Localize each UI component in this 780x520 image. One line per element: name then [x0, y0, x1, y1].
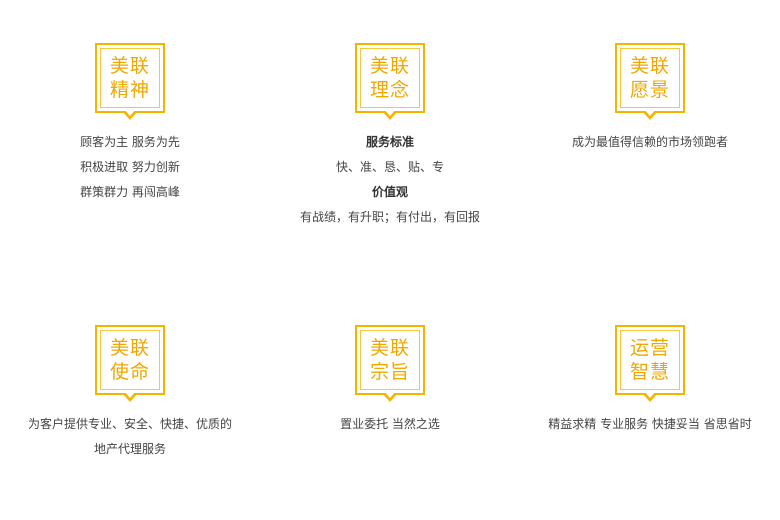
badge-operating-wisdom: 运营 智慧 [615, 325, 685, 402]
badge-line: 美联 [109, 55, 150, 77]
badge-line: 使命 [109, 361, 150, 383]
badge-spirit: 美联 精神 [95, 43, 165, 120]
card-mission: 美联 使命 为客户提供专业、安全、快捷、优质的 地产代理服务 [0, 325, 260, 462]
section-heading-values: 价值观 [371, 185, 408, 199]
card-vision: 美联 愿景 成为最值得信赖的市场领跑者 [520, 43, 780, 155]
card-philosophy: 美联 理念 服务标准 快、准、恳、贴、专 价值观 有战绩，有升职；有付出，有回报 [260, 43, 520, 230]
card-text-line: 成为最值得信赖的市场领跑者 [571, 135, 728, 149]
badge-line: 愿景 [629, 79, 670, 101]
badge-line: 宗旨 [369, 361, 410, 383]
card-text-line: 群策群力 再闯高峰 [80, 185, 180, 199]
card-text-line: 顾客为主 服务为先 [80, 135, 180, 149]
card-purpose: 美联 宗旨 置业委托 当然之选 [260, 325, 520, 437]
card-text-line: 精益求精 专业服务 快捷妥当 省思省时 [548, 417, 752, 431]
badge-line: 智慧 [629, 361, 670, 383]
card-text-line: 地产代理服务 [93, 442, 166, 456]
badge-line: 理念 [369, 79, 410, 101]
card-text-line: 积极进取 努力创新 [80, 160, 180, 174]
badge-line: 美联 [109, 337, 150, 359]
badge-line: 精神 [109, 79, 150, 101]
card-text-line: 为客户提供专业、安全、快捷、优质的 [27, 417, 232, 431]
card-text-line: 置业委托 当然之选 [340, 417, 440, 431]
card-text-line: 有战绩，有升职；有付出，有回报 [299, 210, 480, 224]
badge-vision: 美联 愿景 [615, 43, 685, 120]
badge-line: 美联 [629, 55, 670, 77]
badge-purpose: 美联 宗旨 [355, 325, 425, 402]
badge-line: 美联 [369, 55, 410, 77]
section-heading-service-standard: 服务标准 [365, 135, 414, 149]
card-operating-wisdom: 运营 智慧 精益求精 专业服务 快捷妥当 省思省时 [520, 325, 780, 437]
badge-philosophy: 美联 理念 [355, 43, 425, 120]
badge-line: 运营 [629, 337, 670, 359]
card-text-line: 快、准、恳、贴、专 [335, 160, 444, 174]
card-spirit: 美联 精神 顾客为主 服务为先 积极进取 努力创新 群策群力 再闯高峰 [0, 43, 260, 205]
badge-mission: 美联 使命 [95, 325, 165, 402]
badge-line: 美联 [369, 337, 410, 359]
